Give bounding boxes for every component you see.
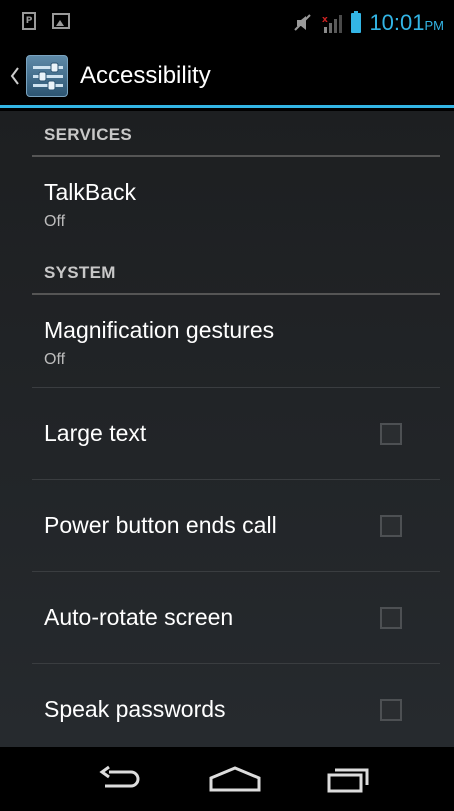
pref-title: Speak passwords — [44, 696, 226, 722]
settings-sliders-icon[interactable] — [26, 55, 68, 97]
pref-summary: Off — [44, 351, 66, 368]
pref-talkback[interactable]: TalkBack Off — [32, 159, 440, 249]
pref-auto-rotate-screen[interactable]: Auto-rotate screen — [32, 572, 440, 664]
section-header-services: SERVICES — [32, 111, 440, 157]
pref-speak-passwords[interactable]: Speak passwords — [32, 664, 440, 747]
section-label-system: SYSTEM — [44, 263, 116, 282]
status-bar: P x 10:01PM — [0, 0, 454, 44]
image-notification-icon — [52, 13, 70, 29]
svg-text:x: x — [322, 15, 328, 25]
pref-power-button-ends-call[interactable]: Power button ends call — [32, 480, 440, 572]
action-bar: Accessibility — [0, 44, 454, 108]
signal-icon: x — [321, 13, 343, 33]
pref-title: Magnification gestures — [44, 317, 275, 343]
p-notification-label: P — [25, 16, 33, 26]
auto-rotate-checkbox[interactable] — [380, 607, 402, 629]
clock-ampm: PM — [424, 18, 445, 33]
large-text-checkbox[interactable] — [380, 423, 402, 445]
power-button-checkbox[interactable] — [380, 515, 402, 537]
pref-summary: Off — [44, 213, 66, 230]
pref-title: Auto-rotate screen — [44, 604, 234, 630]
mute-icon — [293, 13, 313, 33]
section-header-system: SYSTEM — [32, 249, 440, 295]
clock-time: 10:01 — [369, 10, 425, 35]
section-label-services: SERVICES — [44, 125, 133, 144]
clock: 10:01PM — [369, 10, 444, 36]
back-icon[interactable] — [90, 761, 150, 797]
page-title: Accessibility — [80, 62, 211, 89]
pref-magnification-gestures[interactable]: Magnification gestures Off — [32, 297, 440, 388]
battery-icon — [351, 11, 362, 33]
pref-title: TalkBack — [44, 179, 137, 205]
recents-icon[interactable] — [320, 761, 380, 797]
pref-title: Power button ends call — [44, 512, 277, 538]
up-chevron-icon[interactable] — [10, 66, 20, 86]
pref-title: Large text — [44, 420, 147, 446]
speak-passwords-checkbox[interactable] — [380, 699, 402, 721]
navigation-bar — [0, 747, 454, 811]
home-icon[interactable] — [205, 761, 265, 797]
settings-list: SERVICES TalkBack Off SYSTEM Magnificati… — [0, 111, 454, 747]
pref-large-text[interactable]: Large text — [32, 388, 440, 480]
p-notification-icon: P — [22, 12, 36, 30]
